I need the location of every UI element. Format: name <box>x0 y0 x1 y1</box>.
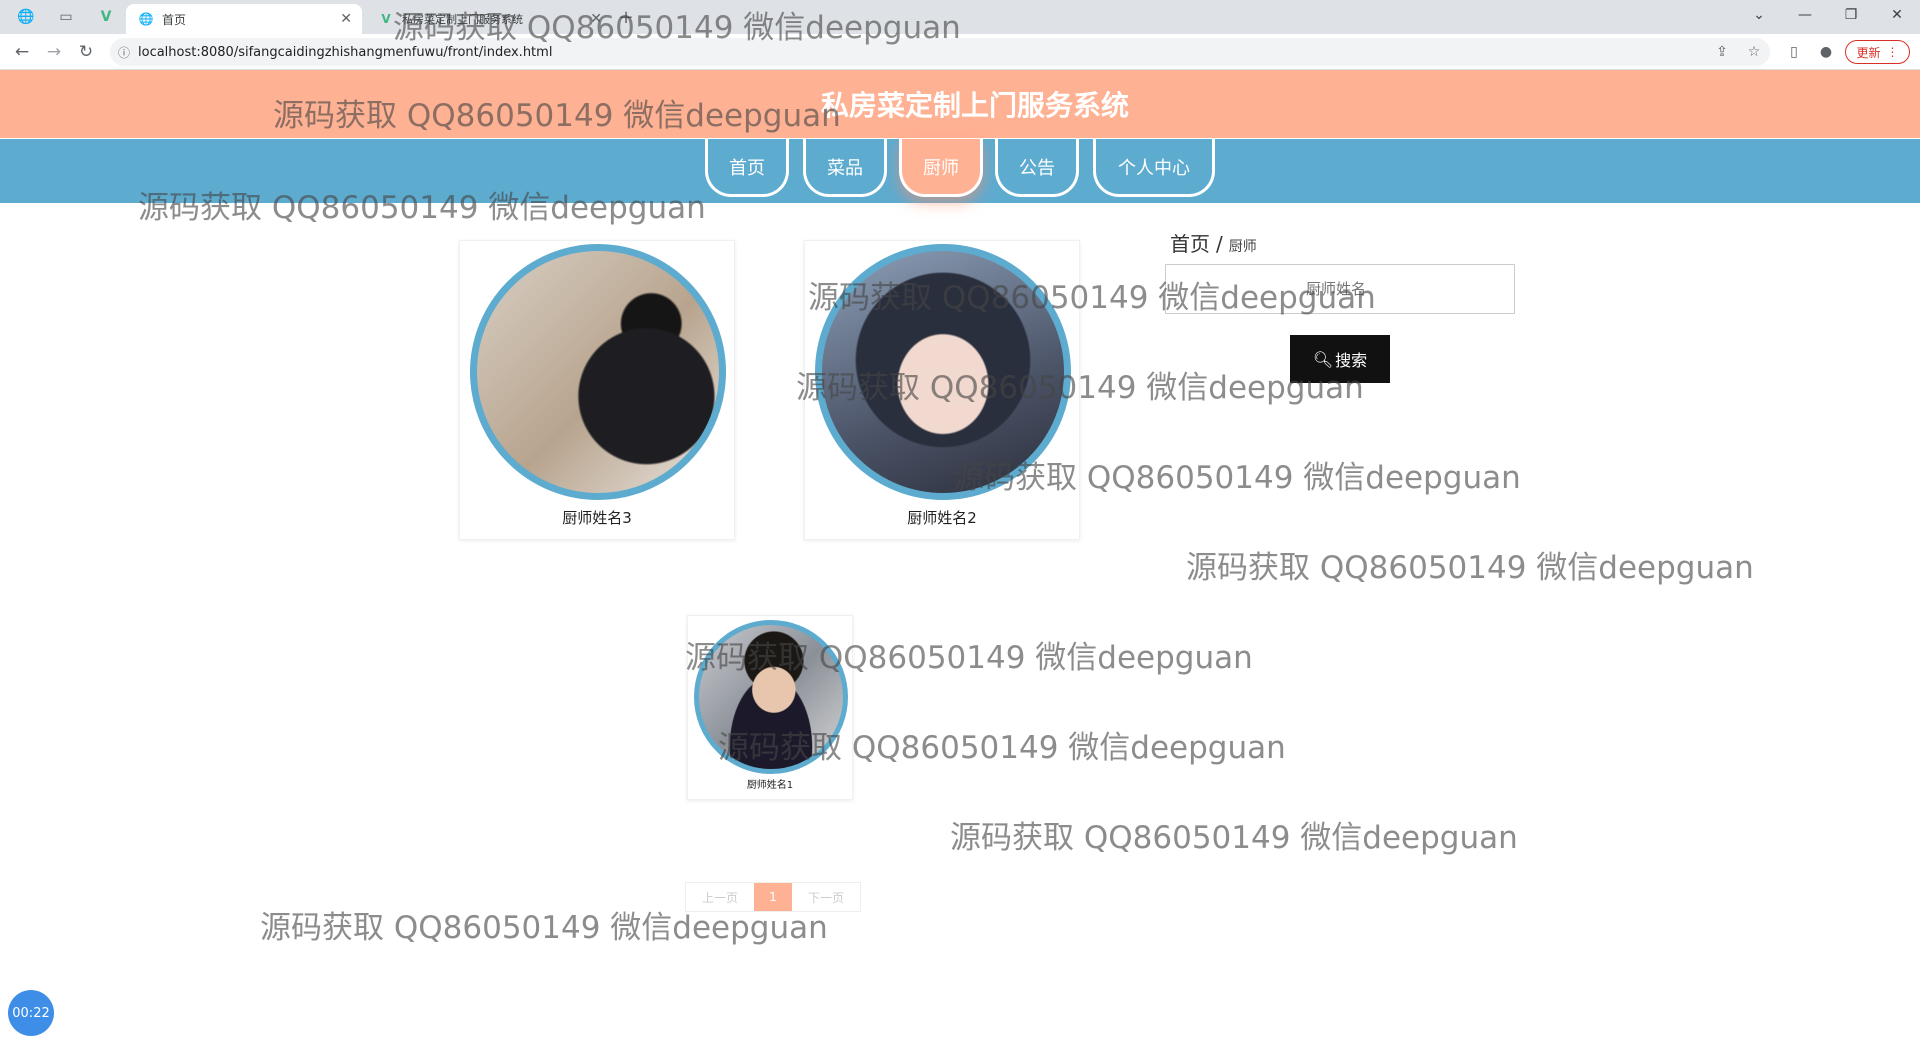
new-tab-icon[interactable]: + <box>612 4 640 30</box>
nav-item-chefs[interactable]: 厨师 <box>899 139 983 197</box>
chef-card[interactable]: 厨师姓名1 <box>687 615 853 800</box>
chef-card[interactable]: 厨师姓名2 <box>804 240 1080 540</box>
main-nav: 首页 菜品 厨师 公告 个人中心 <box>0 139 1920 203</box>
tab-system[interactable]: V 私房菜定制上门服务系统 ✕ <box>366 4 612 34</box>
breadcrumb-current: 厨师 <box>1228 239 1257 255</box>
blank-tab-icon[interactable]: ▭ <box>52 4 80 30</box>
chef-name-search-input[interactable] <box>1165 264 1515 314</box>
chef-avatar[interactable] <box>470 244 726 500</box>
search-button-label: 搜索 <box>1335 351 1368 370</box>
minimize-icon[interactable]: — <box>1782 0 1828 30</box>
star-icon[interactable]: ☆ <box>1742 40 1766 64</box>
share-icon[interactable]: ⇪ <box>1710 40 1734 64</box>
next-page-button[interactable]: 下一页 <box>792 883 860 911</box>
globe-icon[interactable]: 🌐 <box>12 4 40 30</box>
chevron-down-icon[interactable]: ⌄ <box>1736 0 1782 30</box>
chef-avatar[interactable] <box>694 620 848 774</box>
search-icon: 🔍︎ <box>1312 349 1334 369</box>
restore-icon[interactable]: ❐ <box>1828 0 1874 30</box>
tab-title: 首页 <box>162 12 187 27</box>
profile-icon[interactable]: ● <box>1814 40 1838 64</box>
forward-icon[interactable]: → <box>42 40 66 64</box>
site-header: 私房菜定制上门服务系统 <box>0 70 1920 138</box>
prev-page-button[interactable]: 上一页 <box>686 883 754 911</box>
info-icon[interactable]: ⓘ <box>110 44 138 61</box>
side-panel-icon[interactable]: ▯ <box>1782 40 1806 64</box>
globe-icon: 🌐 <box>138 12 154 26</box>
search-button[interactable]: 🔍︎ 搜索 <box>1290 335 1390 383</box>
chef-name[interactable]: 厨师姓名2 <box>805 507 1079 528</box>
update-label: 更新 <box>1856 45 1881 60</box>
pagination: 上一页 1 下一页 <box>685 882 861 912</box>
breadcrumb: 首页 / 厨师 <box>1170 228 1257 257</box>
back-icon[interactable]: ← <box>10 40 34 64</box>
page-number-button[interactable]: 1 <box>754 883 792 911</box>
address-bar[interactable]: ⓘ localhost:8080/sifangcaidingzhishangme… <box>110 38 1770 66</box>
reload-icon[interactable]: ↻ <box>74 40 98 64</box>
chef-name[interactable]: 厨师姓名1 <box>688 776 852 791</box>
nav-item-dishes[interactable]: 菜品 <box>803 139 887 197</box>
breadcrumb-home[interactable]: 首页 <box>1170 232 1210 256</box>
vue-logo-icon[interactable]: V <box>92 4 120 30</box>
chef-avatar[interactable] <box>815 244 1071 500</box>
watermark-text: 源码获取 QQ86050149 微信deepguan <box>950 820 1518 856</box>
close-window-icon[interactable]: ✕ <box>1874 0 1920 30</box>
update-button[interactable]: 更新 ⋮ <box>1845 40 1910 64</box>
site-title: 私房菜定制上门服务系统 <box>820 89 1129 122</box>
tab-title: 私房菜定制上门服务系统 <box>402 13 523 26</box>
vue-logo-icon: V <box>381 12 391 26</box>
browser-tab-bar: 🌐 ▭ V 🌐 首页 ✕ V 私房菜定制上门服务系统 ✕ + ⌄ — ❐ ✕ <box>0 0 1920 34</box>
more-icon: ⋮ <box>1886 45 1899 59</box>
breadcrumb-separator: / <box>1216 232 1223 256</box>
chef-name[interactable]: 厨师姓名3 <box>460 507 734 528</box>
watermark-text: 源码获取 QQ86050149 微信deepguan <box>1186 550 1754 586</box>
tab-home[interactable]: 🌐 首页 ✕ <box>126 4 362 34</box>
close-icon[interactable]: ✕ <box>590 11 602 27</box>
chef-card[interactable]: 厨师姓名3 <box>459 240 735 540</box>
close-icon[interactable]: ✕ <box>340 11 352 27</box>
nav-item-profile[interactable]: 个人中心 <box>1093 139 1215 197</box>
recording-timer[interactable]: 00:22 <box>8 990 54 1036</box>
nav-item-notices[interactable]: 公告 <box>995 139 1079 197</box>
browser-toolbar: ← → ↻ ⓘ localhost:8080/sifangcaidingzhis… <box>0 34 1920 70</box>
url-text: localhost:8080/sifangcaidingzhishangmenf… <box>138 44 553 60</box>
nav-item-home[interactable]: 首页 <box>705 139 789 197</box>
